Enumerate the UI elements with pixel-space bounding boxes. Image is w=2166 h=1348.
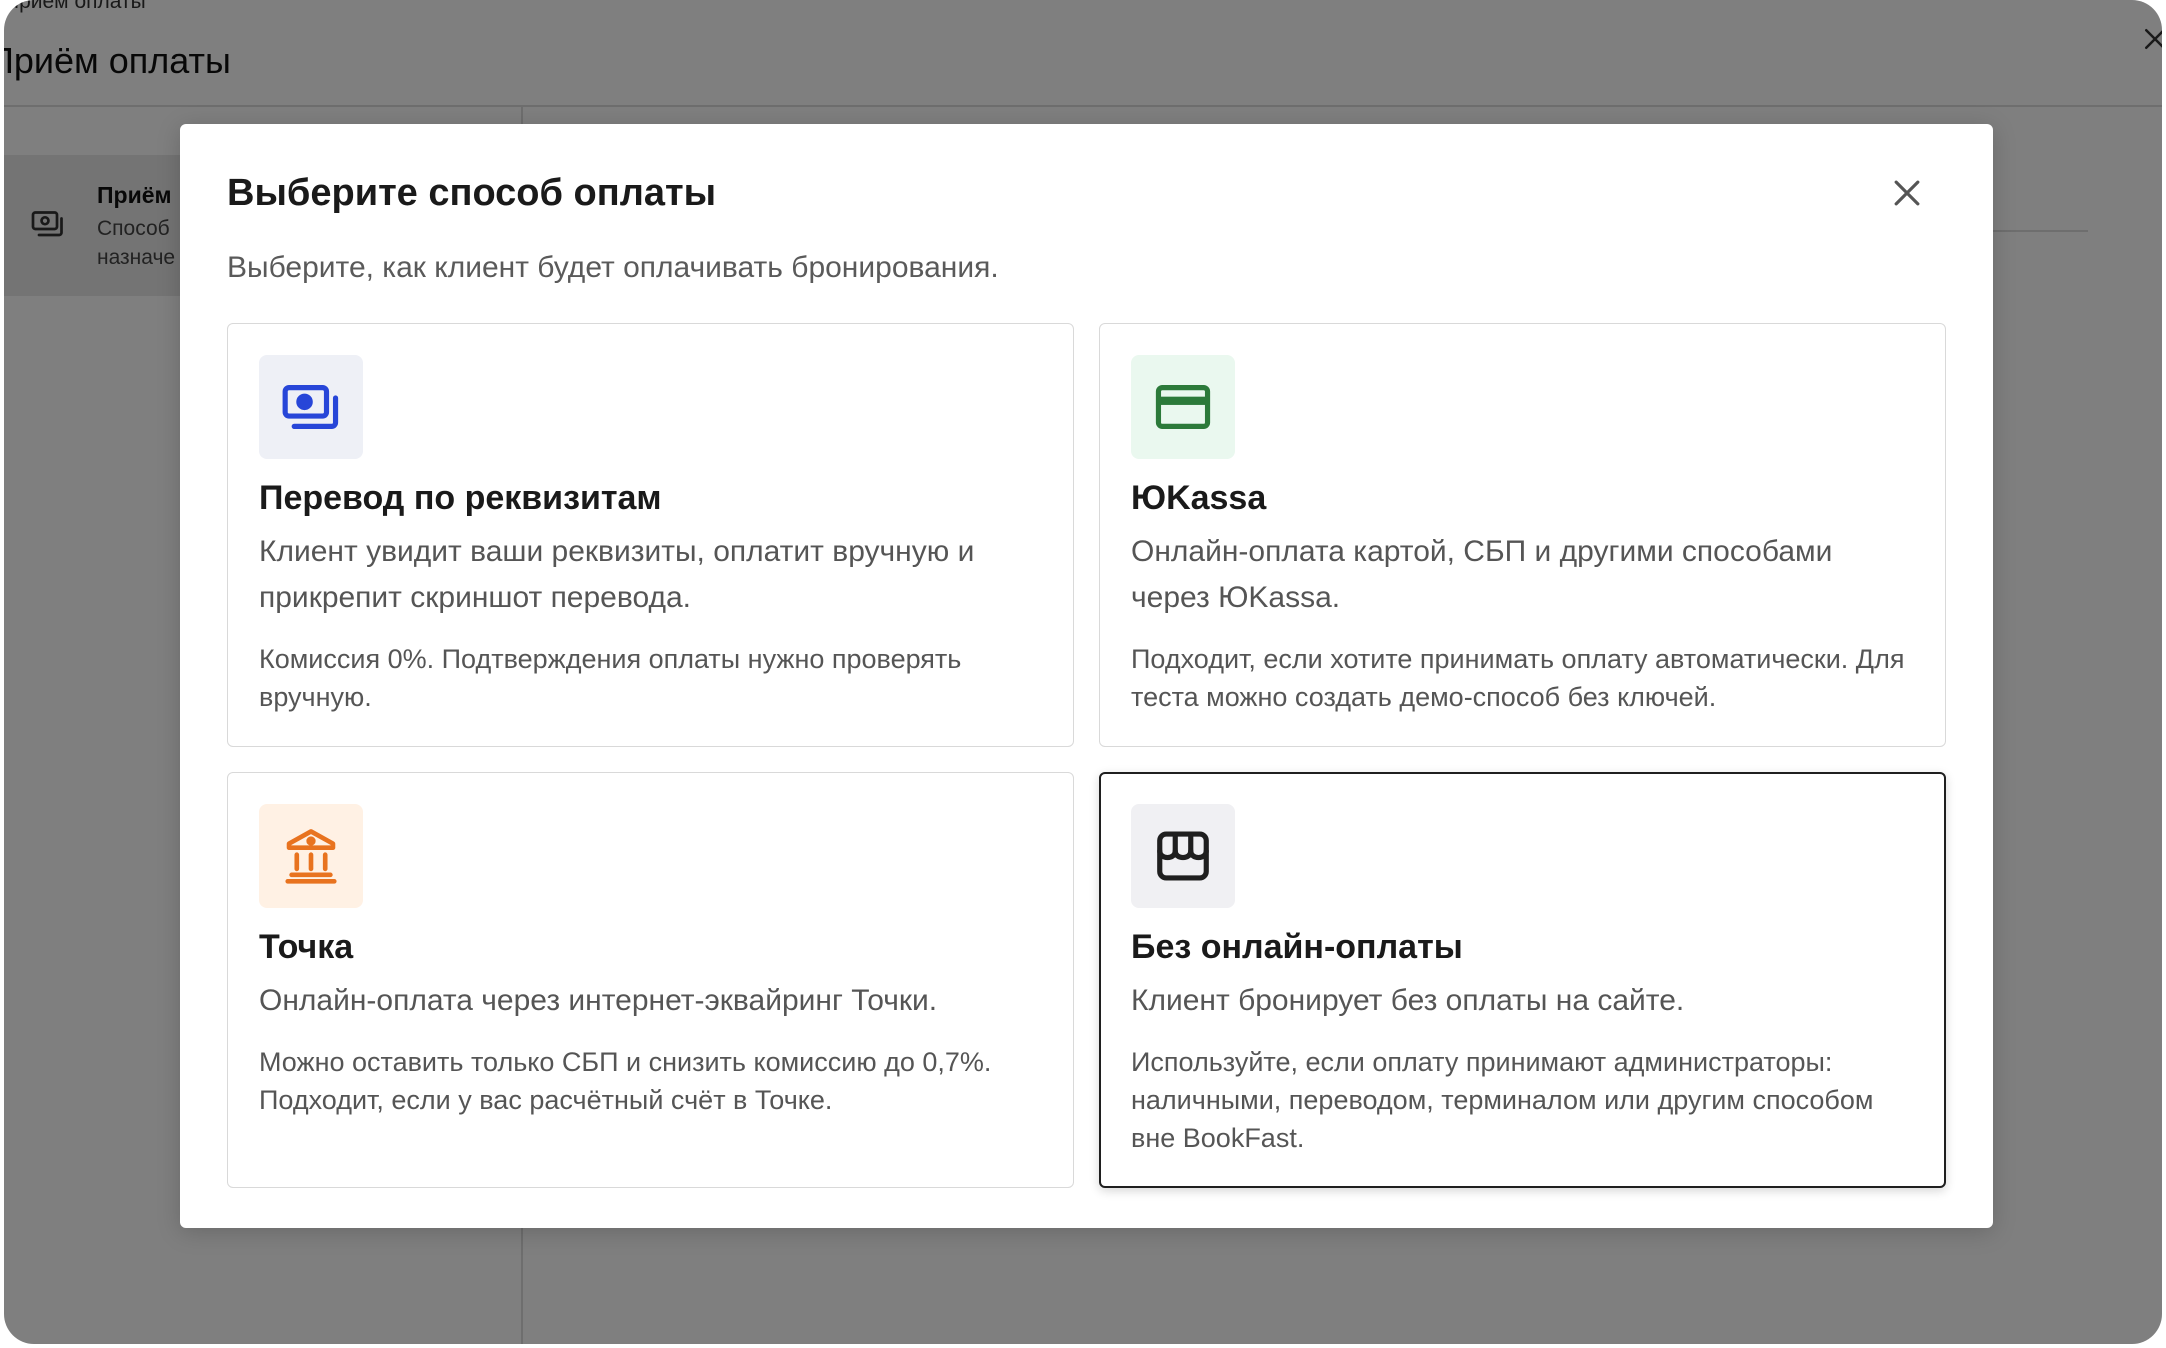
option-title: ЮKassa — [1131, 479, 1267, 517]
option-no-online-payment[interactable]: Без онлайн-оплаты Клиент бронирует без о… — [1099, 772, 1946, 1188]
option-note: Можно оставить только СБП и снизить коми… — [259, 1047, 992, 1115]
option-title: Точка — [259, 928, 354, 966]
close-icon[interactable] — [1887, 173, 1927, 213]
banknotes-icon — [259, 355, 363, 459]
option-note: Используйте, если оплату принимают админ… — [1131, 1047, 1874, 1153]
option-description: Клиент увидит ваши реквизиты, оплатит вр… — [259, 535, 975, 614]
option-description: Клиент бронирует без оплаты на сайте. — [1131, 984, 1685, 1017]
option-tochka[interactable]: Точка Онлайн-оплата через интернет-эквай… — [227, 772, 1074, 1188]
option-note: Подходит, если хотите принимать оплату а… — [1131, 644, 1905, 712]
option-title: Без онлайн-оплаты — [1131, 928, 1463, 966]
option-description: Онлайн-оплата через интернет-эквайринг Т… — [259, 984, 938, 1017]
app-window: Приём оплаты Приём оплаты Приём Способ н… — [4, 0, 2162, 1344]
option-bank-transfer[interactable]: Перевод по реквизитам Клиент увидит ваши… — [227, 323, 1074, 747]
option-description: Онлайн-оплата картой, СБП и другими спос… — [1131, 535, 1833, 614]
option-note: Комиссия 0%. Подтверждения оплаты нужно … — [259, 644, 962, 712]
dialog-title: Выберите способ оплаты — [227, 172, 717, 214]
bank-icon — [259, 804, 363, 908]
dialog-subtitle: Выберите, как клиент будет оплачивать бр… — [227, 251, 999, 284]
payment-options: Перевод по реквизитам Клиент увидит ваши… — [227, 323, 1946, 1188]
payment-method-dialog: Выберите способ оплаты Выберите, как кли… — [180, 124, 1993, 1228]
credit-card-icon — [1131, 355, 1235, 459]
storefront-icon — [1131, 804, 1235, 908]
option-yookassa[interactable]: ЮKassa Онлайн-оплата картой, СБП и други… — [1099, 323, 1946, 747]
option-title: Перевод по реквизитам — [259, 479, 662, 517]
